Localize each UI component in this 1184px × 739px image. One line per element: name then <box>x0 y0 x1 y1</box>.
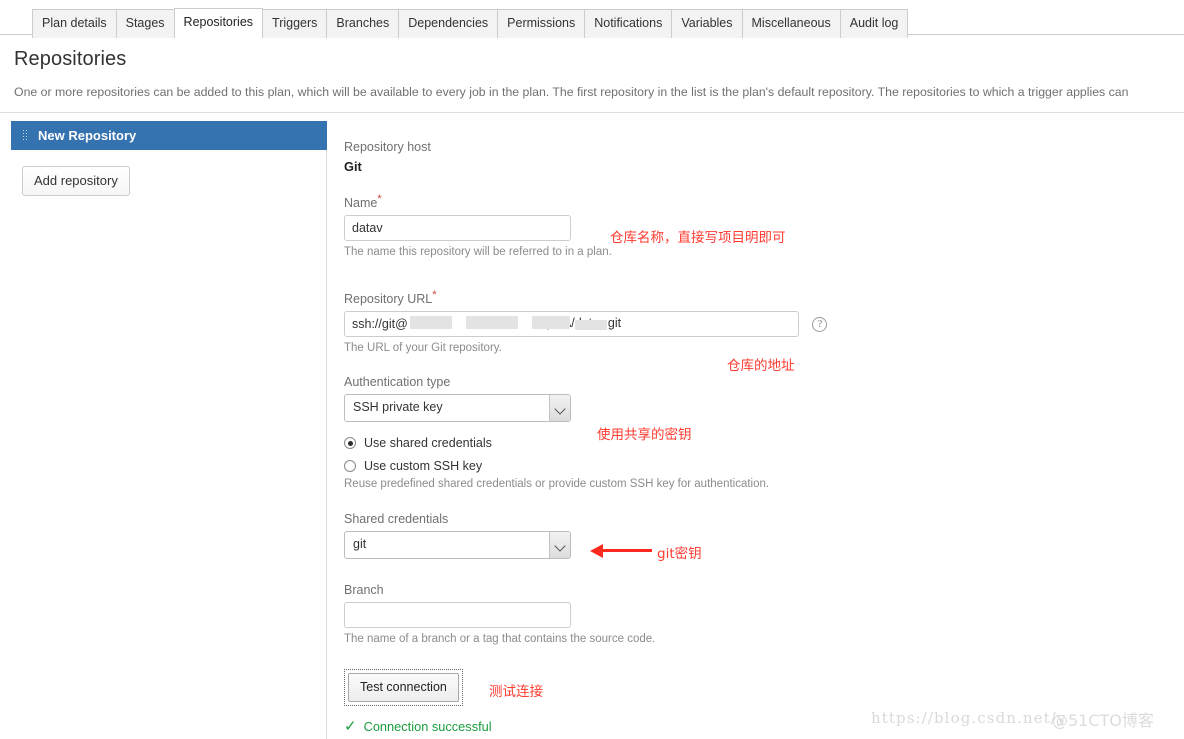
branch-input[interactable] <box>344 602 571 629</box>
annotation-auth: 使用共享的密钥 <box>597 427 692 443</box>
tab-triggers[interactable]: Triggers <box>262 9 328 38</box>
sidebar-item-new-repository[interactable]: New Repository <box>11 121 327 150</box>
shared-credentials-value: git <box>353 537 367 552</box>
name-label-text: Name <box>344 196 378 211</box>
question-circle-icon[interactable]: ? <box>812 316 828 332</box>
add-repository-button[interactable]: Add repository <box>22 166 130 196</box>
name-help-text: The name this repository will be referre… <box>344 246 612 259</box>
radio-option-shared-credentials[interactable]: Use shared credentials <box>344 436 1184 450</box>
url-redaction-block-1 <box>410 316 452 330</box>
connection-status-text: Connection successful <box>363 719 492 735</box>
annotation-name: 仓库名称，直接写项目明即可 <box>610 230 786 246</box>
chevron-down-icon[interactable] <box>549 395 570 422</box>
url-redaction-block-2 <box>466 316 518 330</box>
repository-url-label-text: Repository URL <box>344 292 433 307</box>
radio-shared-credentials-label: Use shared credentials <box>364 436 492 451</box>
watermark-url: https://blog.csdn.net/y <box>871 709 1067 727</box>
url-redaction-block-3 <box>532 316 570 330</box>
sidebar-item-label: New Repository <box>38 128 137 143</box>
repository-host-label: Repository host <box>344 140 431 154</box>
repository-url-label: Repository URL* <box>344 289 1184 306</box>
shared-credentials-select[interactable]: git <box>344 531 571 560</box>
watermark-cto: @51CTO博客 <box>1052 711 1154 730</box>
authentication-type-select[interactable]: SSH private key <box>344 394 571 423</box>
tab-audit-log[interactable]: Audit log <box>839 9 909 38</box>
name-required-marker: * <box>377 193 382 205</box>
repository-url-row: )/BA/datav.git ? <box>344 311 828 338</box>
name-label: Name* <box>344 193 1184 210</box>
shared-credentials-label: Shared credentials <box>344 512 449 527</box>
repository-list-sidebar: New Repository Add repository <box>11 121 327 739</box>
annotation-test: 测试连接 <box>489 684 543 700</box>
test-connection-button[interactable]: Test connection <box>348 673 459 703</box>
tab-list: Plan details Stages Repositories Trigger… <box>32 8 909 38</box>
chevron-down-icon[interactable] <box>549 532 570 559</box>
authentication-type-value: SSH private key <box>353 400 443 415</box>
repository-host-value: Git <box>344 159 362 174</box>
radio-custom-ssh-key-label: Use custom SSH key <box>364 459 483 474</box>
branch-help-text: The name of a branch or a tag that conta… <box>344 633 656 646</box>
radio-custom-ssh-key-icon[interactable] <box>344 460 356 473</box>
annotation-url: 仓库的地址 <box>727 358 795 374</box>
page-title: Repositories <box>14 48 127 70</box>
url-redaction-block-4 <box>575 320 607 331</box>
tab-notifications[interactable]: Notifications <box>584 9 673 38</box>
repositories-configuration-page: Plan details Stages Repositories Trigger… <box>0 0 1184 739</box>
authentication-help-text: Reuse predefined shared credentials or p… <box>344 478 770 491</box>
page-description: One or more repositories can be added to… <box>14 85 1129 99</box>
repository-url-help-text: The URL of your Git repository. <box>344 342 502 355</box>
tab-branches[interactable]: Branches <box>326 9 400 38</box>
annotation-arrow-credentials <box>590 544 652 560</box>
radio-option-custom-ssh-key[interactable]: Use custom SSH key <box>344 459 1184 473</box>
annotation-credentials: git密钥 <box>657 546 702 562</box>
authentication-type-label: Authentication type <box>344 375 451 390</box>
tab-dependencies[interactable]: Dependencies <box>398 9 499 38</box>
tab-miscellaneous[interactable]: Miscellaneous <box>741 9 841 38</box>
branch-label: Branch <box>344 583 384 598</box>
url-required-marker: * <box>432 289 437 302</box>
tab-repositories[interactable]: Repositories <box>173 8 264 38</box>
name-input[interactable] <box>344 215 571 242</box>
check-icon: ✓ <box>344 718 357 736</box>
radio-shared-credentials-icon[interactable] <box>344 437 356 450</box>
test-connection-focus-ring: Test connection <box>344 669 463 707</box>
header-divider <box>0 112 1184 113</box>
tab-permissions[interactable]: Permissions <box>497 9 586 38</box>
drag-handle-icon[interactable] <box>22 129 29 142</box>
plan-config-tabbar: Plan details Stages Repositories Trigger… <box>0 0 1184 38</box>
tab-plan-details[interactable]: Plan details <box>32 9 117 38</box>
tab-variables[interactable]: Variables <box>671 9 743 38</box>
tab-stages[interactable]: Stages <box>115 9 175 38</box>
